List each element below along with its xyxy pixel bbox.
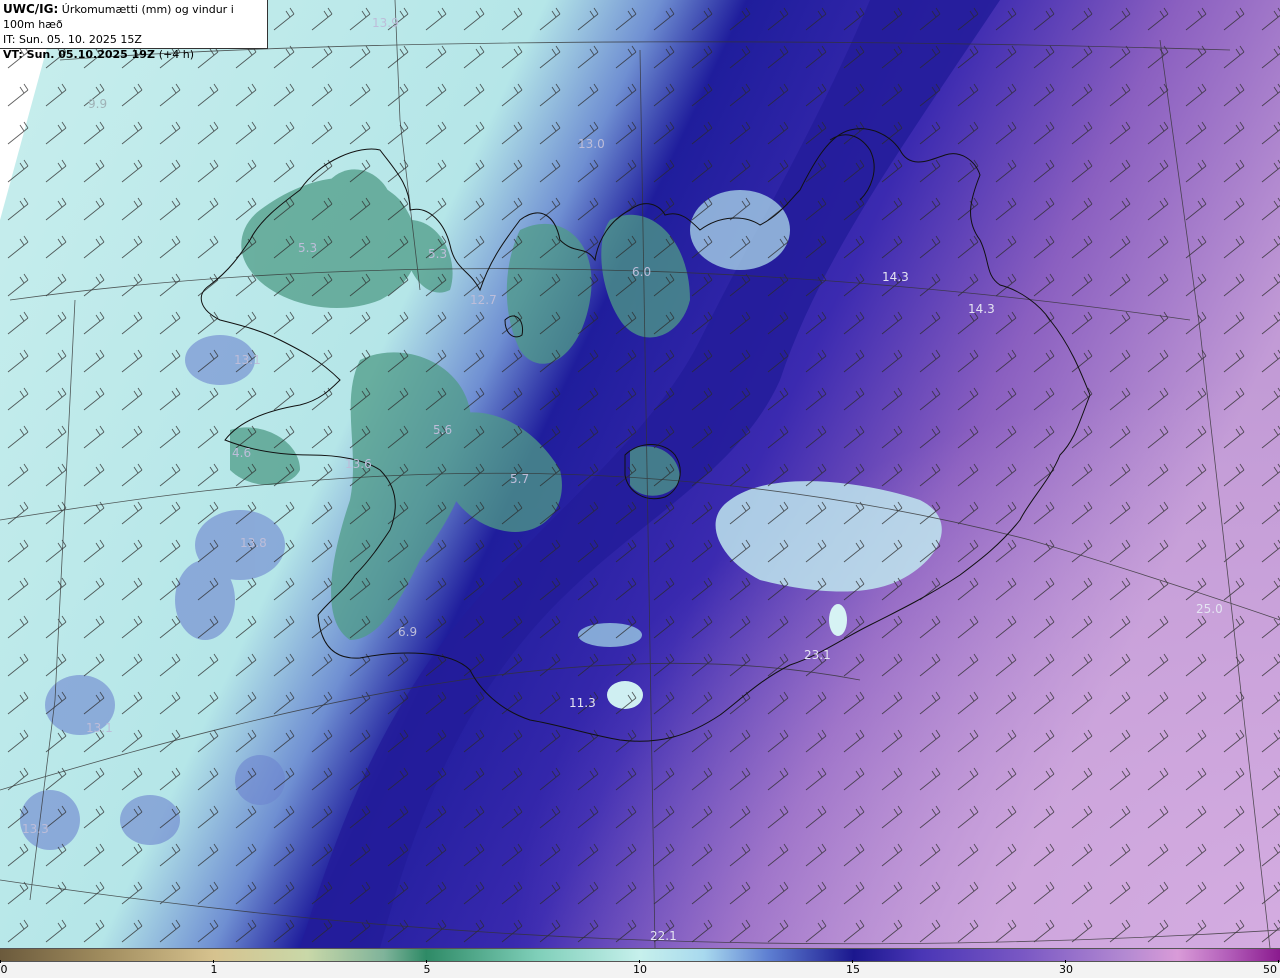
value-label: 9.9 (88, 97, 107, 111)
colorbar-tick: 5 (423, 963, 431, 976)
value-label: 14.3 (968, 302, 995, 316)
value-label: 5.3 (298, 241, 317, 255)
value-label: 5.3 (428, 247, 447, 261)
map-canvas: 13.9 9.9 13.0 5.3 5.3 6.0 14.3 14.3 12.7… (0, 0, 1280, 948)
colorbar-tick: 10 (633, 963, 647, 976)
value-label: 6.9 (398, 625, 417, 639)
value-label: 13.8 (240, 536, 267, 550)
map-title-box: UWC/IG: Úrkomumætti (mm) og vindur i 100… (0, 0, 268, 61)
colorbar-tick: 50 (1263, 963, 1277, 976)
value-label: 13.1 (86, 721, 113, 735)
colorbar-strip (0, 948, 1280, 962)
colorbar-tick: 15 (846, 963, 860, 976)
value-label: 11.3 (569, 696, 596, 710)
value-label: 13.9 (372, 16, 399, 30)
valid-time: VT: Sun. 05.10.2025 19Z (3, 48, 155, 61)
value-label: 13.6 (345, 457, 372, 471)
colorbar-tick: 1 (210, 963, 218, 976)
title-prefix: UWC/IG: (3, 2, 59, 16)
value-label: 4.6 (232, 446, 251, 460)
precipitation-wind-map[interactable]: 13.9 9.9 13.0 5.3 5.3 6.0 14.3 14.3 12.7… (0, 0, 1280, 948)
value-label: 12.7 (470, 293, 497, 307)
colorbar-tick: 0 (0, 963, 8, 976)
value-label: 13.3 (22, 822, 49, 836)
value-label: 14.3 (882, 270, 909, 284)
init-time: IT: Sun. 05. 10. 2025 15Z (3, 33, 142, 46)
valid-time-line: VT: Sun. 05.10.2025 19Z (+4 h) (3, 47, 267, 62)
value-label: 23.1 (804, 648, 831, 662)
colorbar-tick: 30 (1059, 963, 1073, 976)
value-label: 22.1 (650, 929, 677, 943)
colorbar: 0 1 5 10 15 30 50 (0, 948, 1280, 978)
value-label: 25.0 (1196, 602, 1223, 616)
title-line: UWC/IG: Úrkomumætti (mm) og vindur i 100… (3, 2, 267, 32)
forecast-offset: (+4 h) (158, 48, 195, 61)
value-label: 5.6 (433, 423, 452, 437)
value-label: 13.1 (234, 353, 261, 367)
value-label: 5.7 (510, 472, 529, 486)
value-label: 6.0 (632, 265, 651, 279)
value-label: 13.0 (578, 137, 605, 151)
